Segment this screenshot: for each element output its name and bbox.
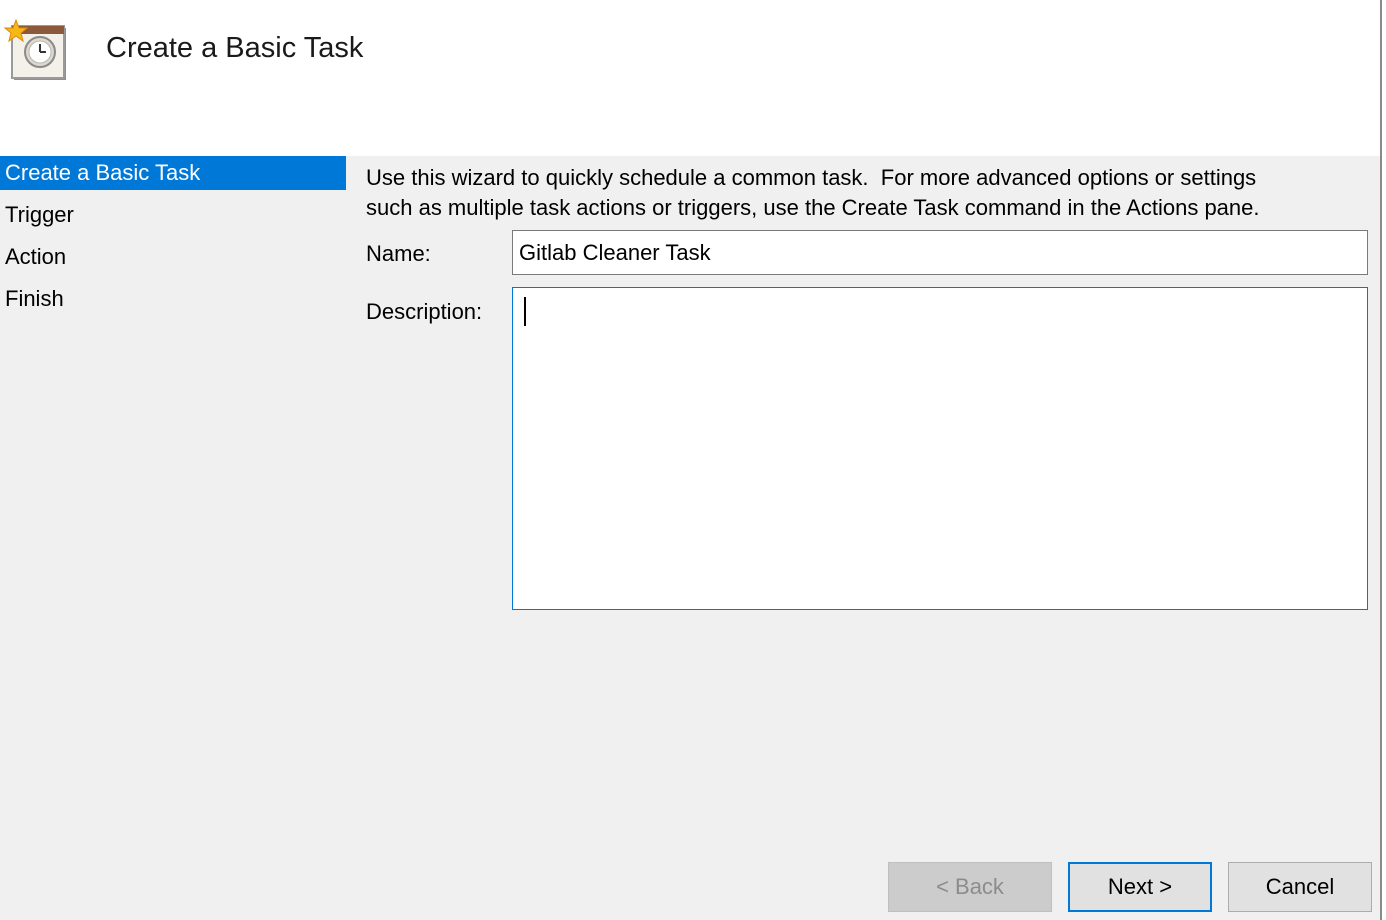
text-caret (524, 297, 526, 326)
window-border (1380, 0, 1386, 920)
description-label: Description: (366, 299, 483, 324)
step-finish[interactable]: Finish (0, 282, 346, 316)
name-input[interactable] (512, 230, 1368, 275)
description-input[interactable] (512, 287, 1368, 610)
step-action[interactable]: Action (0, 240, 346, 274)
scheduled-task-clock-icon (2, 18, 68, 84)
back-button[interactable]: < Back (888, 862, 1052, 912)
wizard-header: Create a Basic Task (0, 0, 1380, 156)
step-trigger[interactable]: Trigger (0, 198, 346, 232)
wizard-steps: Create a Basic Task Trigger Action Finis… (0, 156, 346, 324)
intro-line-1: Use this wizard to quickly schedule a co… (366, 165, 1257, 190)
intro-line-2: such as multiple task actions or trigger… (366, 195, 1260, 220)
cancel-button[interactable]: Cancel (1228, 862, 1372, 912)
wizard-title: Create a Basic Task (106, 32, 364, 64)
step-create-basic-task[interactable]: Create a Basic Task (0, 156, 346, 190)
next-button[interactable]: Next > (1068, 862, 1212, 912)
wizard-intro-text: Use this wizard to quickly schedule a co… (366, 163, 1366, 223)
name-label: Name: (366, 241, 431, 266)
